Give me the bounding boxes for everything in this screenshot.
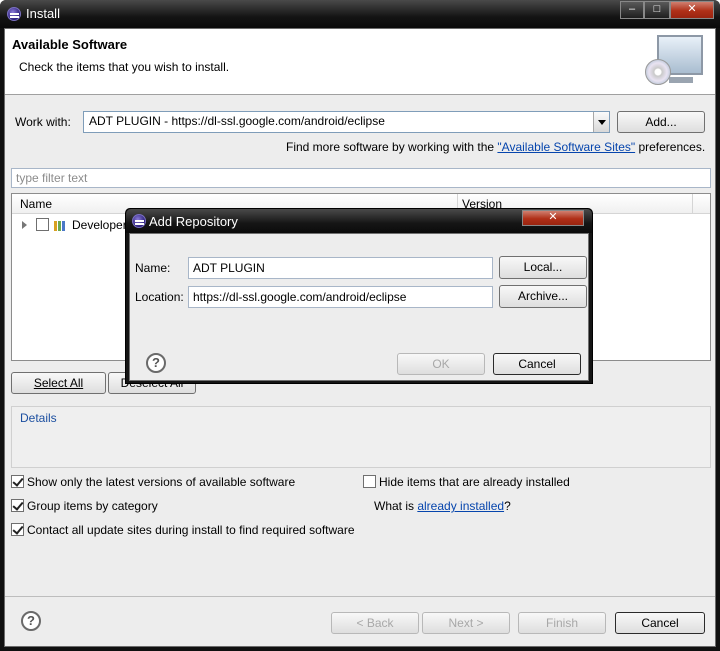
work-with-value: ADT PLUGIN - https://dl-ssl.google.com/a… [89,114,385,128]
dialog-cancel-button[interactable]: Cancel [493,353,581,375]
add-repository-dialog: Add Repository ✕ Name: ADT PLUGIN Local.… [125,208,593,384]
contact-sites-checkbox[interactable] [11,523,24,536]
find-more-prefix: Find more software by working with the [286,140,498,154]
find-more-suffix: preferences. [635,140,706,154]
dialog-close-button[interactable]: ✕ [522,210,584,226]
what-is-suffix: ? [504,499,511,513]
finish-button[interactable]: Finish [518,612,606,634]
details-title: Details [20,411,57,425]
column-separator [692,194,693,214]
eclipse-icon [132,214,146,228]
what-is-installed-text: What is already installed? [374,499,511,513]
maximize-button[interactable]: □ [644,1,670,19]
work-with-combo[interactable]: ADT PLUGIN - https://dl-ssl.google.com/a… [83,111,610,133]
contact-sites-label: Contact all update sites during install … [27,523,355,537]
what-is-prefix: What is [374,499,418,513]
show-latest-label: Show only the latest versions of availab… [27,475,296,489]
column-name[interactable]: Name [20,197,52,211]
ok-button[interactable]: OK [397,353,485,375]
location-input[interactable]: https://dl-ssl.google.com/android/eclips… [188,286,493,308]
page-subtitle: Check the items that you wish to install… [19,60,230,74]
dialog-titlebar[interactable]: Add Repository ✕ [126,209,592,233]
add-button[interactable]: Add... [617,111,705,133]
show-latest-checkbox[interactable] [11,475,24,488]
name-label: Name: [135,261,171,275]
dialog-content: Name: ADT PLUGIN Local... Location: http… [129,233,589,381]
name-input[interactable]: ADT PLUGIN [188,257,493,279]
work-with-label: Work with: [15,115,71,129]
next-button[interactable]: Next > [422,612,510,634]
window-titlebar[interactable]: Install – □ ✕ [0,0,720,28]
group-by-category-checkbox[interactable] [11,499,24,512]
page-title: Available Software [12,37,128,52]
local-button[interactable]: Local... [499,256,587,279]
dialog-title: Add Repository [149,214,238,229]
footer-divider [5,596,715,597]
minimize-button[interactable]: – [620,1,644,19]
group-by-category-label: Group items by category [27,499,158,513]
row-name: Developer [72,218,127,232]
expand-arrow-icon[interactable] [22,221,27,229]
chevron-down-icon[interactable] [593,112,609,132]
category-icon [54,220,68,231]
banner: Available Software Check the items that … [5,29,715,95]
find-more-text: Find more software by working with the "… [286,140,705,154]
row-checkbox[interactable] [36,218,49,231]
location-label: Location: [135,290,184,304]
filter-input[interactable]: type filter text [11,168,711,188]
select-all-button[interactable]: Select All [11,372,106,394]
disc-icon [645,59,671,85]
hide-installed-checkbox[interactable] [363,475,376,488]
window-title: Install [26,6,60,21]
close-button[interactable]: ✕ [670,1,714,19]
dialog-help-icon[interactable]: ? [146,353,166,373]
archive-button[interactable]: Archive... [499,285,587,308]
help-icon[interactable]: ? [21,611,41,631]
cancel-button[interactable]: Cancel [615,612,705,634]
details-panel: Details [11,406,711,468]
back-button[interactable]: < Back [331,612,419,634]
hide-installed-label: Hide items that are already installed [379,475,570,489]
already-installed-link[interactable]: already installed [417,499,504,513]
eclipse-icon [7,7,21,21]
available-software-sites-link[interactable]: "Available Software Sites" [497,140,635,154]
